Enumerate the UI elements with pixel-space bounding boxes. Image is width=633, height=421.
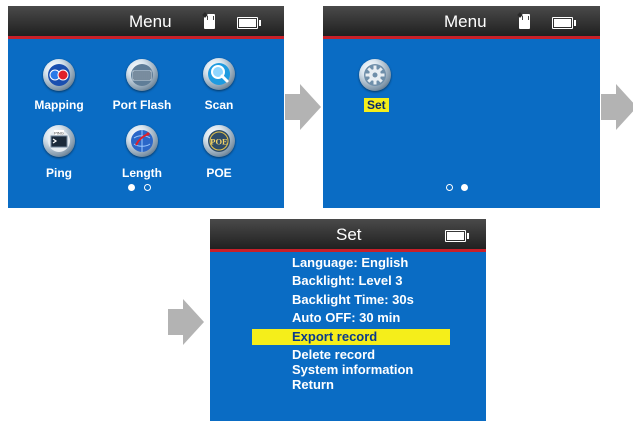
right-arrow-icon bbox=[285, 84, 321, 130]
menu-screen-page-2: Menu Set bbox=[323, 6, 600, 208]
menu-item-export-record[interactable]: Export record bbox=[252, 329, 450, 345]
sd-card-icon bbox=[519, 14, 530, 29]
menu-item-return[interactable]: Return bbox=[292, 377, 334, 393]
port-flash-label: Port Flash bbox=[112, 98, 172, 112]
screen-title: Set bbox=[336, 225, 362, 244]
page-dot-2-active[interactable] bbox=[461, 184, 468, 191]
poe-icon[interactable]: POE bbox=[203, 125, 235, 157]
length-label: Length bbox=[122, 166, 162, 180]
title-bar: Set bbox=[210, 219, 486, 252]
menu-item-backlight-time[interactable]: Backlight Time: 30s bbox=[292, 292, 414, 308]
poe-label: POE bbox=[206, 166, 232, 180]
title-bar: Menu bbox=[8, 6, 284, 39]
battery-icon bbox=[237, 17, 261, 29]
right-arrow-icon bbox=[601, 84, 633, 130]
page-dot-2[interactable] bbox=[144, 184, 151, 191]
sd-card-icon bbox=[204, 14, 215, 29]
ping-icon[interactable]: PING bbox=[43, 125, 75, 157]
right-arrow-icon bbox=[168, 299, 204, 345]
page-dot-1[interactable] bbox=[446, 184, 453, 191]
battery-icon bbox=[445, 230, 469, 242]
screen-title: Menu bbox=[444, 12, 487, 31]
menu-item-auto-off[interactable]: Auto OFF: 30 min bbox=[292, 310, 400, 326]
ping-badge-text: PING bbox=[54, 130, 64, 135]
menu-screen-page-1: Menu Mapping Port Flash Scan PING Ping L… bbox=[8, 6, 284, 208]
screen-title: Menu bbox=[129, 12, 172, 31]
menu-item-delete-record[interactable]: Delete record bbox=[292, 347, 375, 363]
length-icon[interactable] bbox=[126, 125, 158, 157]
settings-gear-icon[interactable] bbox=[359, 59, 391, 91]
title-bar: Menu bbox=[323, 6, 600, 39]
mapping-icon[interactable] bbox=[43, 59, 75, 91]
port-flash-icon[interactable] bbox=[126, 59, 158, 91]
page-dot-1-active[interactable] bbox=[128, 184, 135, 191]
scan-icon[interactable] bbox=[203, 58, 235, 90]
poe-badge-text: POE bbox=[210, 137, 228, 147]
menu-item-language[interactable]: Language: English bbox=[292, 255, 408, 271]
ping-label: Ping bbox=[46, 166, 72, 180]
mapping-label: Mapping bbox=[34, 98, 84, 112]
scan-label: Scan bbox=[204, 98, 234, 112]
battery-icon bbox=[552, 17, 576, 29]
menu-item-system-information[interactable]: System information bbox=[292, 362, 413, 378]
menu-item-backlight[interactable]: Backlight: Level 3 bbox=[292, 273, 403, 289]
set-label-selected[interactable]: Set bbox=[364, 98, 389, 112]
